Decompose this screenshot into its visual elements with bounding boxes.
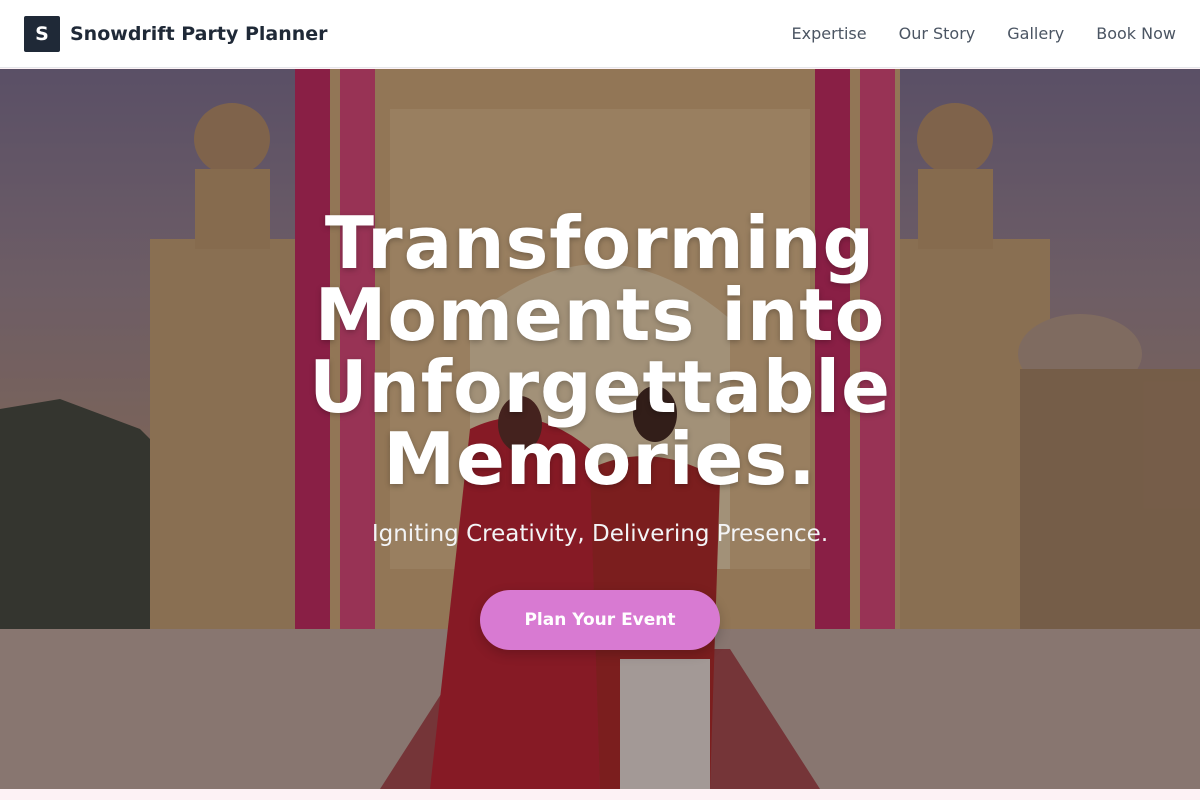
nav-link-expertise[interactable]: Expertise xyxy=(792,24,867,43)
brand-name: Snowdrift Party Planner xyxy=(70,22,328,45)
nav-link-book-now[interactable]: Book Now xyxy=(1096,24,1176,43)
main-nav: Expertise Our Story Gallery Book Now xyxy=(792,24,1176,43)
hero-content: Transforming Moments into Unforgettable … xyxy=(0,69,1200,789)
brand[interactable]: S Snowdrift Party Planner xyxy=(24,15,328,52)
hero-title: Transforming Moments into Unforgettable … xyxy=(309,201,891,501)
logo-icon: S xyxy=(24,15,60,52)
hero-subtitle: Igniting Creativity, Delivering Presence… xyxy=(371,521,829,547)
nav-link-gallery[interactable]: Gallery xyxy=(1007,24,1064,43)
site-header: S Snowdrift Party Planner Expertise Our … xyxy=(0,0,1200,68)
hero-section: Transforming Moments into Unforgettable … xyxy=(0,69,1200,789)
plan-your-event-button[interactable]: Plan Your Event xyxy=(480,590,720,650)
page-bottom-strip xyxy=(0,789,1200,800)
nav-link-our-story[interactable]: Our Story xyxy=(899,24,976,43)
